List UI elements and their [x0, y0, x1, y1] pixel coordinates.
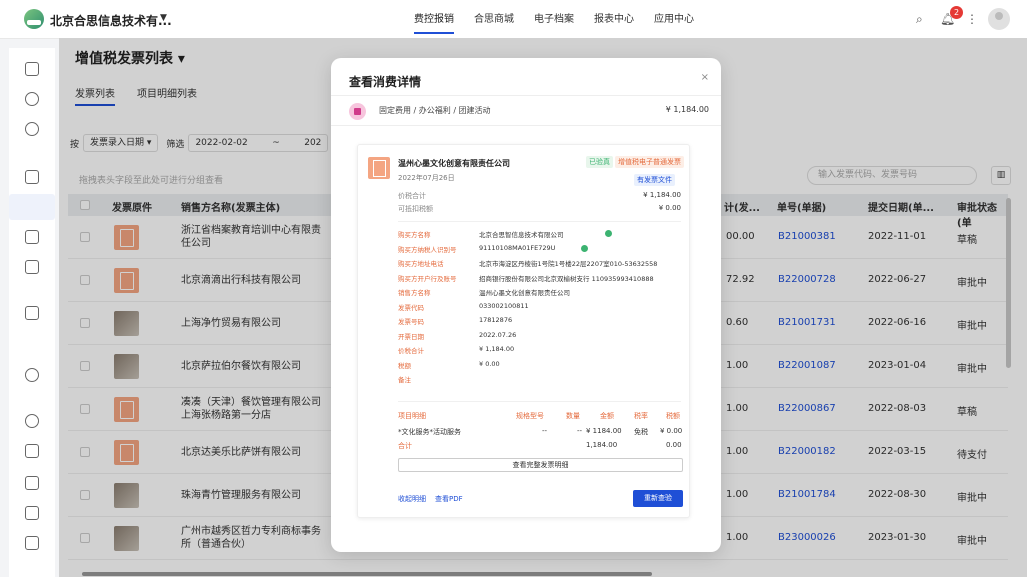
verified-check-icon	[581, 244, 588, 252]
field-label: 销售方名称	[398, 289, 431, 297]
collapse-link[interactable]: 收起明细	[398, 494, 426, 504]
detail-qty: --	[577, 427, 583, 435]
top-bar: 北京合思信息技术有... ▼ 费控报销 合思商城 电子档案 报表中心 应用中心 …	[0, 0, 1027, 39]
field-value: 2022.07.26	[479, 330, 517, 339]
detail-header-item: 项目明细	[398, 412, 426, 420]
sum-tax: 0.00	[666, 441, 682, 449]
detail-rate: 免税	[634, 428, 648, 436]
view-full-detail-button[interactable]: 查看完整发票明细	[398, 458, 683, 472]
field-value: 17812876	[479, 316, 513, 324]
nav-mall[interactable]: 合思商城	[464, 0, 524, 39]
total-value: ¥ 1,184.00	[643, 191, 681, 199]
sum-label: 合计	[398, 442, 412, 450]
field-label: 税额	[398, 361, 411, 370]
pdf-icon[interactable]	[368, 157, 390, 179]
detail-header-qty: 数量	[566, 412, 580, 420]
field-value: 北京市海淀区丹棱街1号院1号楼22层2207室010-53632558	[479, 260, 658, 268]
clock-icon[interactable]	[25, 122, 39, 136]
detail-header-tax: 税额	[666, 412, 680, 420]
field-label: 价税合计	[398, 347, 424, 355]
book-icon[interactable]	[25, 536, 39, 550]
field-value: 招商银行股份有限公司北京双榆树支行 110935993410888	[479, 274, 654, 283]
close-icon[interactable]: ×	[701, 72, 709, 83]
total-label: 价税合计	[398, 192, 426, 200]
detail-item: *文化服务*活动服务	[398, 428, 461, 436]
detail-tax: ¥ 0.00	[660, 427, 683, 435]
home-icon[interactable]	[25, 62, 39, 76]
invoice-type-tag: 增值税电子普通发票	[615, 156, 684, 168]
field-value: 温州心墨文化创意有限责任公司	[479, 289, 570, 297]
field-label: 发票代码	[398, 303, 424, 312]
field-label: 发票号码	[398, 318, 424, 326]
company-logo	[24, 9, 44, 29]
verified-tag: 已验真	[586, 156, 613, 168]
detail-header-spec: 规格型号	[516, 412, 544, 420]
divider	[398, 221, 681, 222]
expense-detail-modal: 查看消费详情 × 固定费用 / 办公福利 / 团建活动 ¥ 1,184.00 温…	[331, 58, 721, 552]
filter-icon[interactable]	[25, 444, 39, 458]
field-label: 购买方纳税人识别号	[398, 245, 457, 254]
settings-icon[interactable]	[25, 414, 39, 428]
field-value: ¥ 1,184.00	[479, 345, 515, 353]
wallet-icon[interactable]	[25, 260, 39, 274]
deduct-label: 可抵扣税额	[398, 205, 433, 213]
invoice-card: 温州心墨文化创意有限责任公司 2022年07月26日 已验真 增值税电子普通发票…	[357, 144, 690, 518]
main-nav: 费控报销 合思商城 电子档案 报表中心 应用中心	[404, 0, 704, 39]
nav-report[interactable]: 报表中心	[584, 0, 644, 39]
field-label: 购买方地址电话	[398, 260, 444, 268]
recheck-button[interactable]: 重新查验	[633, 490, 683, 507]
deduct-value: ¥ 0.00	[658, 204, 681, 212]
field-value: 033002100811	[479, 301, 529, 310]
divider	[398, 401, 681, 402]
field-value: ¥ 0.00	[479, 359, 500, 368]
more-icon[interactable]: ⋮	[966, 12, 978, 26]
folder-search-icon[interactable]	[25, 476, 39, 490]
calculator-icon[interactable]	[25, 306, 39, 320]
invoice-seller: 温州心墨文化创意有限责任公司	[398, 159, 510, 168]
sidebar	[9, 48, 55, 577]
user-icon[interactable]	[25, 92, 39, 106]
nav-apps[interactable]: 应用中心	[644, 0, 704, 39]
expense-category-row: 固定费用 / 办公福利 / 团建活动 ¥ 1,184.00	[331, 95, 721, 126]
field-label: 备注	[398, 376, 411, 384]
nav-archive[interactable]: 电子档案	[524, 0, 584, 39]
avatar[interactable]	[988, 8, 1010, 30]
company-name[interactable]: 北京合思信息技术有...	[50, 12, 172, 29]
folder-icon[interactable]	[25, 170, 39, 184]
category-amount: ¥ 1,184.00	[665, 105, 709, 114]
document-icon[interactable]	[25, 506, 39, 520]
detail-header-amount: 金额	[600, 412, 614, 420]
detail-spec: --	[542, 427, 548, 435]
target-icon[interactable]	[25, 368, 39, 382]
field-label: 开票日期	[398, 332, 424, 341]
gift-icon	[349, 103, 366, 120]
field-label: 购买方名称	[398, 231, 431, 239]
field-label: 购买方开户行及账号	[398, 274, 457, 283]
sum-amount: 1,184.00	[586, 441, 618, 449]
file-tag: 有发票文件	[634, 174, 675, 186]
view-pdf-link[interactable]: 查看PDF	[435, 494, 463, 504]
notification-badge: 2	[950, 6, 963, 19]
invoice-icon[interactable]	[9, 194, 55, 220]
field-value: 91110108MA01FE729U	[479, 243, 556, 252]
category-path: 固定费用 / 办公福利 / 团建活动	[379, 106, 491, 115]
company-dropdown-icon[interactable]: ▼	[160, 13, 167, 23]
nav-expense[interactable]: 费控报销	[404, 0, 464, 39]
detail-amount: ¥ 1184.00	[586, 427, 622, 435]
modal-title: 查看消费详情	[349, 75, 422, 89]
search-icon[interactable]: ⌕	[916, 12, 923, 27]
apps-icon[interactable]	[25, 230, 39, 244]
invoice-date: 2022年07月26日	[398, 174, 455, 182]
verified-check-icon	[605, 230, 612, 237]
detail-header-rate: 税率	[634, 412, 648, 420]
field-value: 北京合思智信息技术有限公司	[479, 231, 564, 239]
